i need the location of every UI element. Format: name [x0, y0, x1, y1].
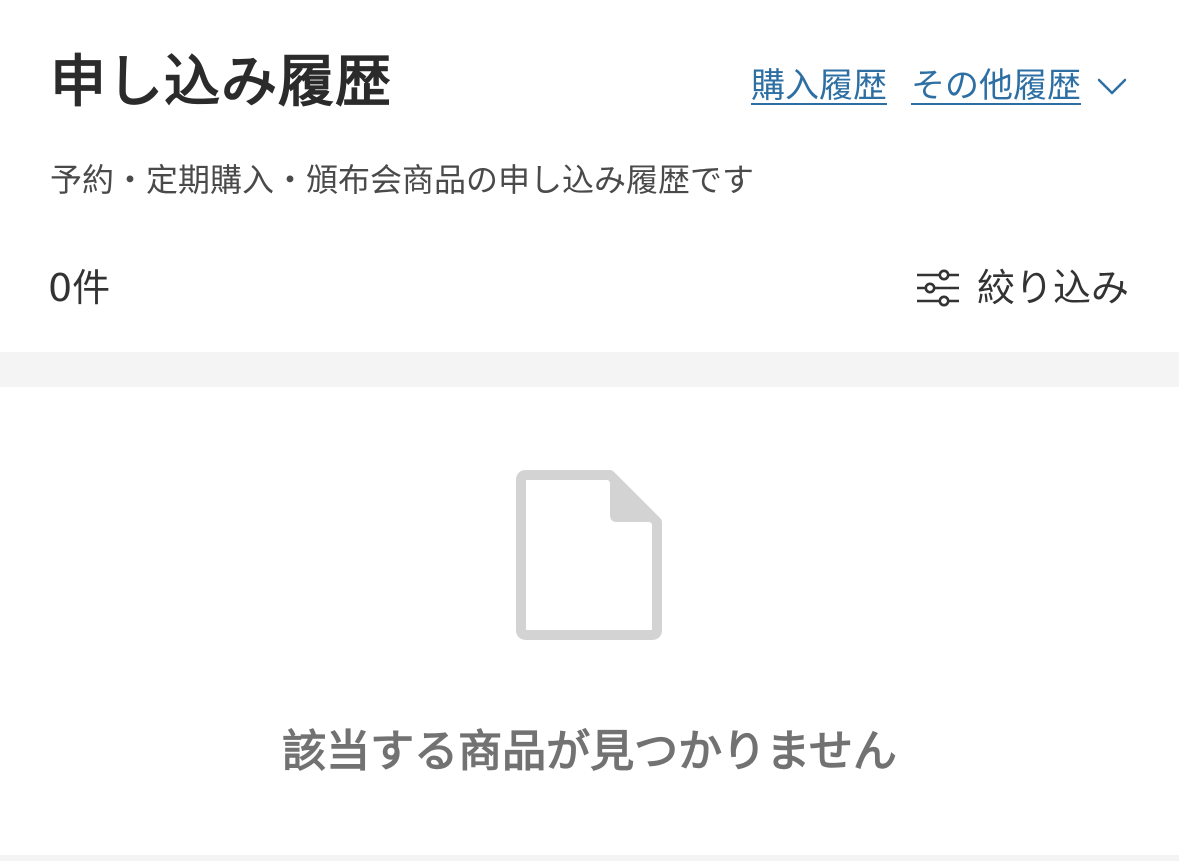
page-title: 申し込み履歴: [50, 50, 392, 115]
empty-message: 該当する商品が見つかりません: [282, 726, 897, 777]
purchase-history-link[interactable]: 購入履歴: [751, 62, 887, 110]
filter-button[interactable]: 絞り込み: [915, 262, 1129, 314]
bottom-divider: [0, 855, 1179, 861]
page: 申し込み履歴 購入履歴 その他履歴 予約・定期購入・頒布会商品の申し込み履歴です…: [0, 0, 1179, 861]
section-divider: [0, 352, 1179, 387]
page-header: 申し込み履歴 購入履歴 その他履歴 予約・定期購入・頒布会商品の申し込み履歴です…: [0, 0, 1179, 352]
sliders-icon: [916, 269, 959, 307]
other-history-link[interactable]: その他履歴: [911, 62, 1081, 110]
page-description: 予約・定期購入・頒布会商品の申し込み履歴です: [50, 161, 755, 199]
document-icon: [516, 470, 662, 640]
chevron-down-icon[interactable]: [1095, 69, 1129, 103]
history-links: 購入履歴 その他履歴: [751, 62, 1129, 110]
filter-label: 絞り込み: [976, 266, 1129, 310]
result-count: 0件: [48, 266, 111, 310]
